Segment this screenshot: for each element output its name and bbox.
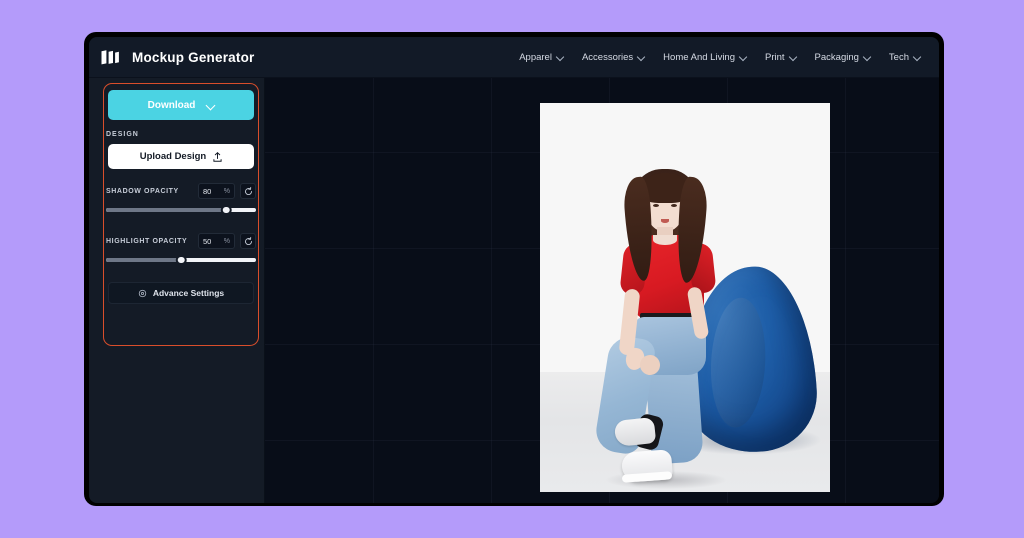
beanbag-fold (708, 296, 769, 429)
reset-icon (244, 187, 253, 196)
brand: Mockup Generator (101, 50, 254, 65)
shadow-opacity-slider[interactable] (106, 203, 256, 217)
mockup-preview[interactable] (540, 103, 830, 492)
shadow-opacity-control: SHADOW OPACITY 80 % (106, 182, 256, 217)
chevron-down-icon (638, 54, 645, 61)
eye-left (653, 204, 659, 207)
nav-item-home-and-living[interactable]: Home And Living (663, 52, 747, 63)
chevron-down-icon (207, 102, 214, 109)
highlight-opacity-actions: 50 % (198, 233, 256, 249)
main-nav: Apparel Accessories Home And Living Prin… (519, 52, 921, 63)
highlight-opacity-header: HIGHLIGHT OPACITY 50 % (106, 232, 256, 250)
shadow-opacity-value: 80 (203, 187, 211, 196)
chevron-down-icon (740, 54, 747, 61)
nav-item-accessories[interactable]: Accessories (582, 52, 645, 63)
highlight-opacity-slider[interactable] (106, 253, 256, 267)
shadow-opacity-label: SHADOW OPACITY (106, 188, 179, 195)
shadow-opacity-reset-button[interactable] (240, 183, 256, 199)
app-header: Mockup Generator Apparel Accessories Hom… (89, 37, 939, 78)
shadow-opacity-actions: 80 % (198, 183, 256, 199)
slider-knob[interactable] (176, 255, 187, 266)
mouth (661, 219, 669, 223)
highlight-opacity-unit: % (224, 238, 230, 245)
nav-item-apparel[interactable]: Apparel (519, 52, 564, 63)
tshirt-collar (653, 235, 677, 245)
highlight-opacity-control: HIGHLIGHT OPACITY 50 % (106, 232, 256, 267)
sidebar: Download DESIGN Upload Design SHADOW OP (89, 78, 265, 503)
shadow-opacity-unit: % (224, 188, 230, 195)
app-window: Mockup Generator Apparel Accessories Hom… (84, 32, 944, 506)
download-button[interactable]: Download (108, 90, 254, 120)
nav-item-label: Home And Living (663, 52, 735, 63)
nav-item-label: Packaging (815, 52, 859, 63)
slider-track-filled (106, 208, 226, 212)
upload-design-label: Upload Design (140, 151, 207, 162)
eye-right (671, 204, 677, 207)
chevron-down-icon (914, 54, 921, 61)
nav-item-print[interactable]: Print (765, 52, 797, 63)
highlight-opacity-value: 50 (203, 237, 211, 246)
reset-icon (244, 237, 253, 246)
shoe-back (614, 417, 656, 447)
nav-item-label: Accessories (582, 52, 633, 63)
nav-item-label: Apparel (519, 52, 552, 63)
shadow-opacity-value-field[interactable]: 80 % (198, 183, 235, 199)
highlight-opacity-value-field[interactable]: 50 % (198, 233, 235, 249)
mockup-scene (540, 103, 830, 492)
advance-settings-button[interactable]: Advance Settings (108, 282, 254, 304)
chevron-down-icon (790, 54, 797, 61)
app-window-inner: Mockup Generator Apparel Accessories Hom… (89, 37, 939, 503)
gear-icon (138, 289, 147, 298)
chevron-down-icon (864, 54, 871, 61)
advance-settings-label: Advance Settings (153, 288, 224, 298)
highlight-opacity-reset-button[interactable] (240, 233, 256, 249)
upload-design-button[interactable]: Upload Design (108, 144, 254, 169)
workspace: Download DESIGN Upload Design SHADOW OP (89, 78, 939, 503)
slider-track-filled (106, 258, 181, 262)
nav-item-tech[interactable]: Tech (889, 52, 921, 63)
nav-item-label: Print (765, 52, 785, 63)
shadow-opacity-header: SHADOW OPACITY 80 % (106, 182, 256, 200)
canvas-area[interactable] (265, 78, 939, 503)
slider-knob[interactable] (221, 205, 232, 216)
chevron-down-icon (557, 54, 564, 61)
upload-icon (213, 152, 222, 162)
app-title: Mockup Generator (132, 50, 254, 65)
download-label: Download (148, 100, 196, 111)
nav-item-packaging[interactable]: Packaging (815, 52, 871, 63)
highlight-opacity-label: HIGHLIGHT OPACITY (106, 238, 187, 245)
mockup-logo-icon (101, 50, 123, 65)
design-section-label: DESIGN (106, 131, 139, 138)
nav-item-label: Tech (889, 52, 909, 63)
